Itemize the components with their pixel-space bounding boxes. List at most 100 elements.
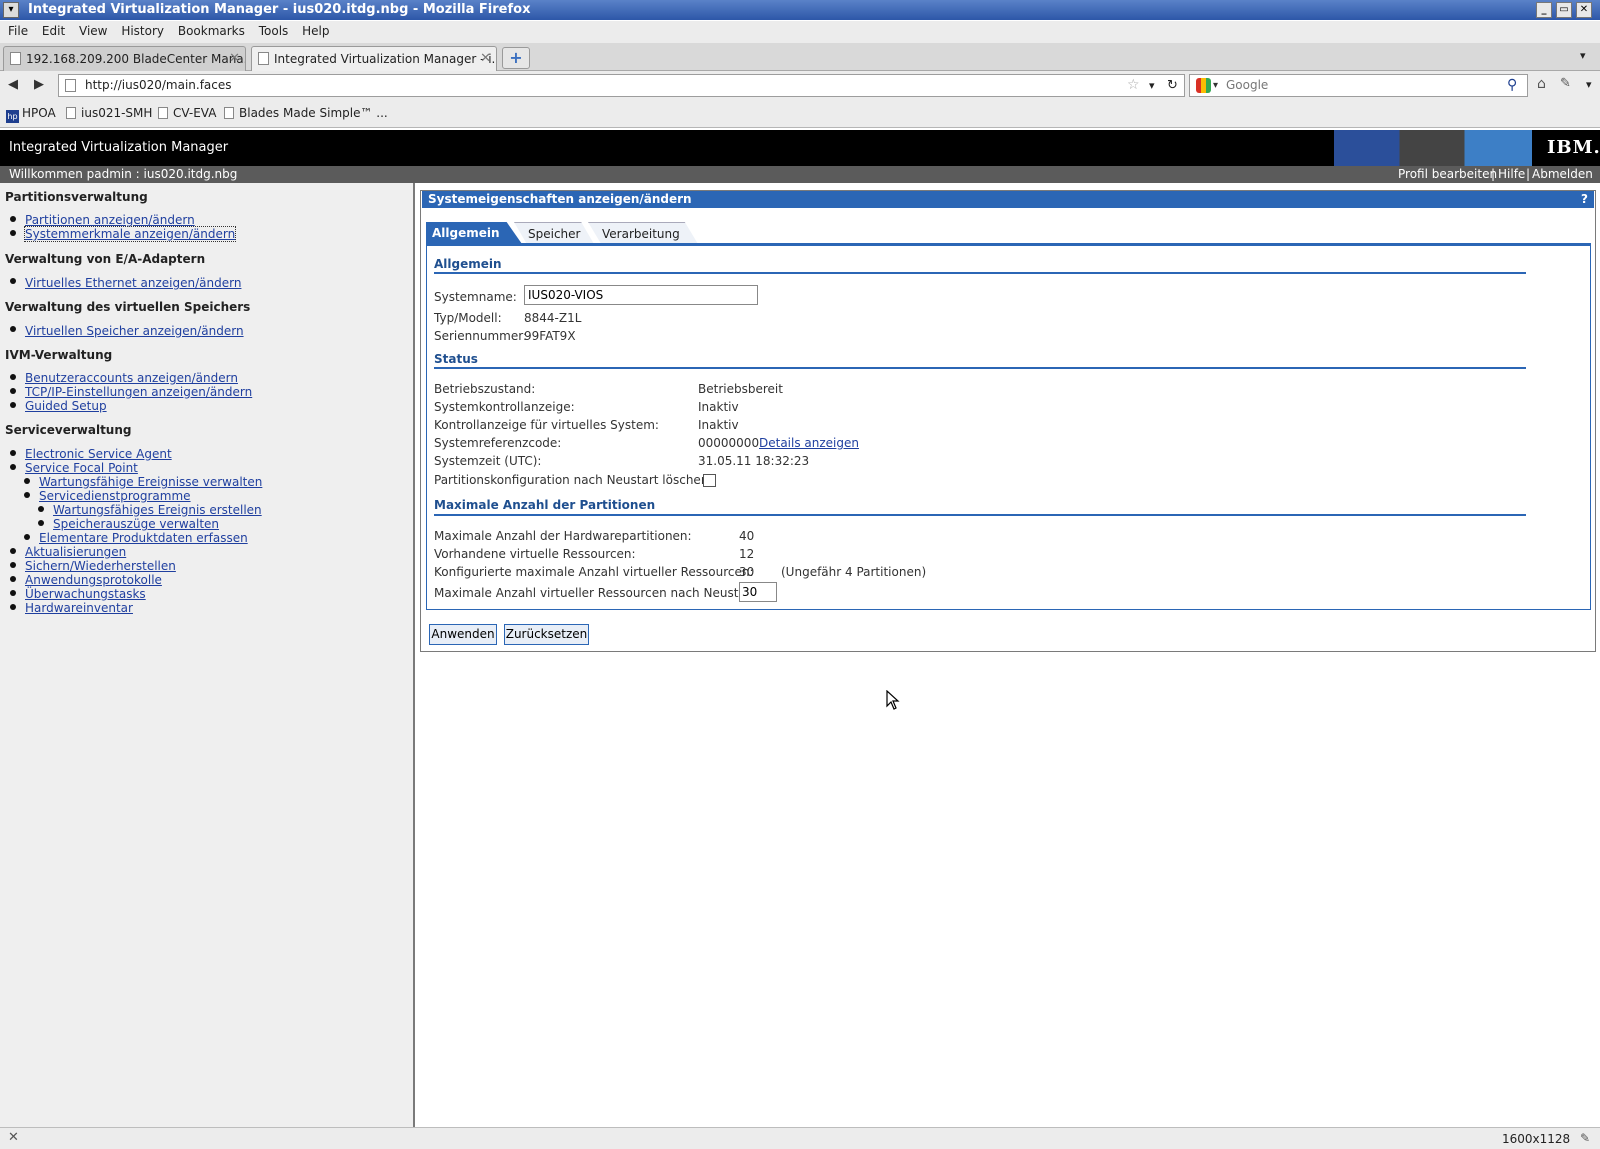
addon-icon[interactable]: ✎ [1560, 76, 1571, 91]
logout-link[interactable]: Abmelden [1532, 166, 1593, 183]
sidebar-item-guided-setup[interactable]: Guided Setup [25, 399, 107, 413]
sidebar-item-vpd[interactable]: Elementare Produktdaten erfassen [39, 531, 248, 545]
status-label: Kontrollanzeige für virtuelles System: [434, 418, 659, 432]
tab-list-icon[interactable]: ▾ [1580, 49, 1586, 62]
sidebar-item-manage-events[interactable]: Wartungsfähige Ereignisse verwalten [39, 475, 262, 489]
bullet [24, 534, 30, 540]
reset-button[interactable]: Zurücksetzen [504, 624, 589, 645]
new-tab-button[interactable]: + [502, 47, 530, 69]
url-dropdown-icon[interactable]: ▾ [1149, 75, 1155, 96]
help-link[interactable]: Hilfe [1498, 166, 1525, 183]
sidebar-item-user-accounts[interactable]: Benutzeraccounts anzeigen/ändern [25, 371, 238, 385]
approx-partitions-note: (Ungefähr 4 Partitionen) [781, 565, 927, 579]
page-icon [158, 107, 168, 119]
tab-allgemein[interactable]: Allgemein [426, 222, 522, 244]
apply-button[interactable]: Anwenden [429, 624, 497, 645]
details-link[interactable]: Details anzeigen [759, 436, 859, 450]
bullet [10, 590, 16, 596]
search-field[interactable]: ▾ Google ⚲ [1189, 74, 1528, 97]
systemname-input[interactable] [524, 285, 758, 305]
sidebar-item-monitoring[interactable]: Überwachungstasks [25, 587, 146, 601]
reload-icon[interactable]: ↻ [1167, 75, 1178, 96]
menu-tools[interactable]: Tools [259, 21, 289, 38]
tab-speicher[interactable]: Speicher [514, 222, 594, 244]
sidebar-item-service-utilities[interactable]: Servicedienstprogramme [39, 489, 191, 503]
tab-ivm[interactable]: Integrated Virtualization Manager - i...… [251, 46, 497, 71]
menu-edit[interactable]: Edit [42, 21, 65, 38]
close-tab-icon[interactable]: ✕ [229, 47, 240, 71]
menu-bookmarks[interactable]: Bookmarks [178, 21, 245, 38]
menu-help[interactable]: Help [302, 21, 329, 38]
bullet [38, 506, 44, 512]
home-icon[interactable]: ⌂ [1537, 76, 1546, 92]
clear-config-label: Partitionskonfiguration nach Neustart lö… [434, 473, 713, 487]
bookmark-hpoa[interactable]: hp HPOA [6, 106, 56, 123]
tab-verarbeitung[interactable]: Verarbeitung [588, 222, 698, 244]
separator: | [1526, 167, 1531, 181]
close-icon[interactable]: ✕ [1576, 2, 1592, 18]
sidebar-item-system-properties[interactable]: Systemmerkmale anzeigen/ändern [24, 226, 237, 242]
bullet [24, 492, 30, 498]
bullet [10, 548, 16, 554]
bullet [24, 478, 30, 484]
bookmark-cv-eva[interactable]: CV-EVA [158, 106, 216, 120]
edit-profile-link[interactable]: Profil bearbeiten [1398, 166, 1497, 183]
menu-file[interactable]: File [8, 21, 28, 38]
status-label: Betriebszustand: [434, 382, 536, 396]
sidebar-item-tcpip[interactable]: TCP/IP-Einstellungen anzeigen/ändern [25, 385, 252, 399]
bookmark-blades-made-simple[interactable]: Blades Made Simple™ ... [224, 106, 388, 120]
maximize-icon[interactable]: ▭ [1556, 2, 1572, 18]
menu-bar: File Edit View History Bookmarks Tools H… [0, 21, 1600, 43]
mouse-cursor-icon [886, 690, 900, 710]
bullet [10, 278, 16, 284]
bookmark-ius021[interactable]: ius021-SMH [66, 106, 152, 120]
forward-icon[interactable]: ▶ [34, 77, 44, 92]
partitions-value: 40 [739, 529, 755, 543]
sidebar-item-virtual-storage[interactable]: Virtuellen Speicher anzeigen/ändern [25, 324, 244, 338]
sidebar-item-virtual-ethernet[interactable]: Virtuelles Ethernet anzeigen/ändern [25, 276, 241, 290]
sidebar-item-create-event[interactable]: Wartungsfähiges Ereignis erstellen [53, 503, 262, 517]
type-label: Typ/Modell: [434, 311, 502, 325]
app-title: Integrated Virtualization Manager [9, 140, 229, 155]
tab-bladecenter[interactable]: 192.168.209.200 BladeCenter Mana... ✕ [3, 46, 246, 71]
bookmark-star-icon[interactable]: ☆ [1127, 75, 1140, 96]
serial-value: 99FAT9X [524, 329, 576, 343]
search-icon[interactable]: ⚲ [1507, 75, 1517, 96]
sidebar-item-sfp[interactable]: Service Focal Point [25, 461, 138, 475]
ibm-logo: IBM. [1547, 137, 1600, 158]
welcome-text: Willkommen padmin : ius020.itdg.nbg [9, 167, 238, 181]
partitions-value: 30 [739, 565, 755, 579]
stop-icon[interactable]: ✕ [8, 1130, 19, 1145]
screen-resolution: 1600x1128 [1502, 1132, 1571, 1146]
window-title-bar: ▾ Integrated Virtualization Manager - iu… [0, 0, 1600, 20]
clear-config-checkbox[interactable] [703, 474, 716, 487]
window-title: Integrated Virtualization Manager - ius0… [28, 2, 531, 17]
menu-view[interactable]: View [79, 21, 107, 38]
search-placeholder: Google [1226, 78, 1269, 92]
search-engine-dropdown-icon[interactable]: ▾ [1213, 75, 1218, 96]
window-menu-icon[interactable]: ▾ [3, 2, 19, 18]
url-bar[interactable]: http://ius020/main.faces ☆ ▾ ↻ [58, 74, 1185, 97]
help-icon[interactable]: ? [1581, 191, 1588, 208]
sidebar-item-esa[interactable]: Electronic Service Agent [25, 447, 172, 461]
close-tab-icon[interactable]: ✕ [480, 47, 491, 71]
sidebar-item-hw-inventory[interactable]: Hardwareinventar [25, 601, 133, 615]
back-icon[interactable]: ◀ [8, 77, 18, 92]
status-value: Inaktiv [698, 400, 739, 414]
page-icon [224, 107, 234, 119]
bullet [10, 562, 16, 568]
section-general-heading: Allgemein [434, 257, 502, 271]
status-value: 00000000 [698, 436, 760, 450]
google-icon[interactable] [1196, 78, 1211, 93]
sidebar-item-partitions[interactable]: Partitionen anzeigen/ändern [25, 213, 195, 227]
menu-history[interactable]: History [121, 21, 164, 38]
sidebar-item-dumps[interactable]: Speicherauszüge verwalten [53, 517, 219, 531]
nav-dropdown-icon[interactable]: ▾ [1586, 78, 1592, 91]
restart-resources-input[interactable] [739, 582, 777, 602]
minimize-icon[interactable]: _ [1536, 2, 1552, 18]
status-label: Systemzeit (UTC): [434, 454, 542, 468]
ivm-header: Integrated Virtualization Manager IBM. [0, 130, 1600, 166]
sidebar-item-app-logs[interactable]: Anwendungsprotokolle [25, 573, 162, 587]
sidebar-item-updates[interactable]: Aktualisierungen [25, 545, 126, 559]
sidebar-item-backup[interactable]: Sichern/Wiederherstellen [25, 559, 176, 573]
